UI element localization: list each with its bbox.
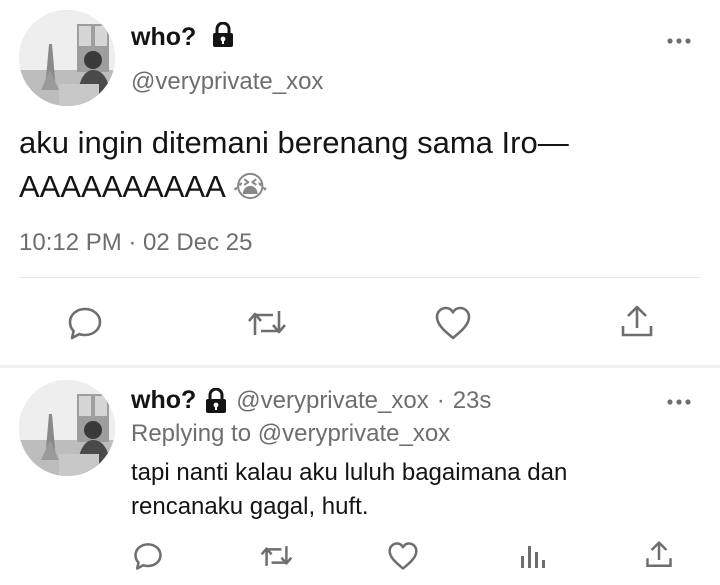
replying-to-label: Replying to [131,420,252,447]
reply-text-line: rencanaku gagal, huft. [131,493,369,520]
reply-text: tapi nanti kalau aku luluh bagaimana dan… [131,456,691,524]
author-name-row: who? [131,22,235,52]
lock-icon [213,22,234,47]
avatar[interactable] [19,10,115,106]
avatar[interactable] [19,380,115,476]
replying-to: Replying to @veryprivate_xox [131,420,450,448]
tweet-text: aku ingin ditemani berenang sama Iro— AA… [19,121,699,210]
reply-header: who? @veryprivate_xox · 23s [131,386,491,415]
retweet-icon[interactable] [247,305,287,346]
author-handle[interactable]: @veryprivate_xox [131,68,323,96]
age-separator: · [436,387,445,414]
crying-emoji: 😭 [232,170,268,205]
avatar-image [19,380,115,476]
thread-separator [0,365,720,368]
author-name: who? [131,23,197,51]
tweet-text-line: AAAAAAAAAA 😭 [19,165,699,210]
share-icon[interactable] [645,540,673,575]
avatar-image [19,10,115,106]
author-name: who? [131,386,197,414]
divider [19,277,700,278]
analytics-icon[interactable] [518,542,546,575]
tweet-age[interactable]: 23s [453,387,492,415]
tweet-text-shout: AAAAAAAAAA [19,169,225,204]
more-options-icon[interactable] [666,394,692,412]
tweet-timestamp[interactable]: 10:12 PM · 02 Dec 25 [19,229,252,257]
author-handle[interactable]: @veryprivate_xox [236,387,428,415]
like-icon[interactable] [387,541,419,576]
lock-icon [206,387,227,413]
reply-icon[interactable] [133,541,163,576]
reply-text-line: tapi nanti kalau aku luluh bagaimana dan [131,459,568,486]
share-icon[interactable] [620,304,654,345]
reply-icon[interactable] [67,305,103,346]
replying-to-handle[interactable]: @veryprivate_xox [258,420,450,447]
retweet-icon[interactable] [260,541,293,576]
like-icon[interactable] [434,305,472,346]
tweet-text-line: aku ingin ditemani berenang sama Iro— [19,125,569,160]
more-options-icon[interactable] [666,33,692,51]
